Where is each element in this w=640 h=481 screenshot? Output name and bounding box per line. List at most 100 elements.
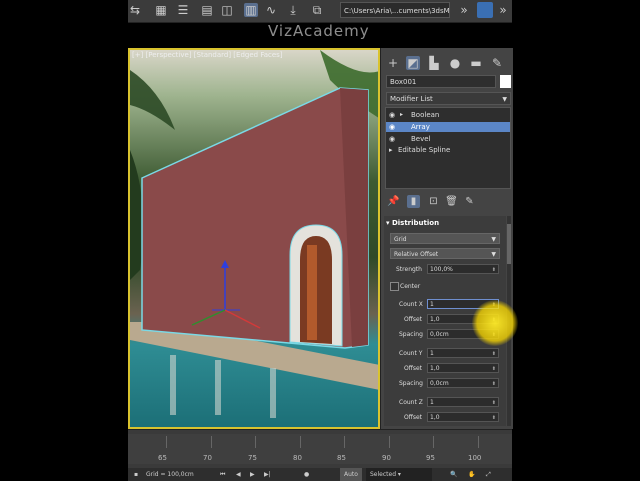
field-of-view-icon[interactable]: ⤢	[486, 468, 491, 481]
make-unique-icon[interactable]: ⊡	[427, 195, 440, 208]
hierarchy-tab[interactable]: ▙	[427, 56, 441, 70]
stack-item-boolean[interactable]: ◉ ▸ Boolean	[386, 110, 510, 120]
strength-label: Strength	[396, 266, 422, 273]
curtain	[307, 245, 317, 340]
scene-render	[130, 50, 378, 418]
eye-icon[interactable]: ◉	[389, 110, 395, 120]
count-x-label: Count X	[399, 301, 423, 308]
chevron-down-icon: ▼	[491, 236, 496, 243]
count-z-spinner[interactable]: 1 ⬍	[427, 397, 499, 407]
curve-editor-icon[interactable]: ∿	[264, 3, 278, 17]
offset-y-spinner[interactable]: 1,0 ⬍	[427, 363, 499, 373]
stack-item-label: Array	[411, 123, 430, 131]
layer-icon[interactable]: ▦	[154, 3, 168, 17]
spacing-x-label: Spacing	[399, 331, 423, 338]
ruler-tick-line	[433, 436, 434, 448]
ruler-tick-line	[389, 436, 390, 448]
dropdown-value: Relative Offset	[394, 251, 439, 258]
spinner-arrows-icon[interactable]: ⬍	[492, 379, 496, 389]
modify-tab[interactable]: ◩	[406, 56, 420, 70]
save-icon[interactable]	[477, 2, 493, 18]
spinner-arrows-icon[interactable]: ⬍	[492, 413, 496, 423]
center-checkbox[interactable]	[390, 282, 399, 291]
schematic-icon[interactable]: ⧉	[310, 3, 324, 17]
stack-toolbar: 📌 ▮ ⊡ 🗑 ✎	[381, 193, 513, 211]
offset-mode-dropdown[interactable]: Relative Offset ▼	[390, 248, 500, 259]
stack-item-editable-spline[interactable]: ▸ Editable Spline	[386, 145, 510, 155]
selection-set-value: Selected	[370, 471, 397, 478]
remove-modifier-icon[interactable]: 🗑	[445, 195, 458, 208]
modifier-list-dropdown[interactable]: Modifier List ▼	[386, 92, 511, 105]
auto-key-button[interactable]: Auto	[340, 468, 362, 481]
selection-set-dropdown[interactable]: Selected ▾	[366, 468, 432, 481]
list-icon[interactable]: ☰	[176, 3, 190, 17]
previous-frame-icon[interactable]: ◀	[236, 468, 241, 481]
ruler-tick: 75	[248, 454, 257, 462]
expand-arrow-icon[interactable]: ▸	[389, 145, 393, 155]
stack-item-label: Boolean	[411, 111, 440, 119]
project-path-field[interactable]: C:\Users\Aria\...cuments\3dsMa	[340, 2, 450, 18]
ruler-tick-line	[300, 436, 301, 448]
more-icon[interactable]: »	[457, 3, 471, 17]
lock-icon[interactable]: ▪	[134, 468, 138, 481]
scrollbar-thumb[interactable]	[507, 224, 511, 264]
ruler-tick: 85	[337, 454, 346, 462]
count-y-spinner[interactable]: 1 ⬍	[427, 348, 499, 358]
key-mode-icon[interactable]: ●	[304, 468, 309, 481]
spinner-arrows-icon[interactable]: ⬍	[492, 349, 496, 359]
perspective-viewport[interactable]: [+] [Perspective] [Standard] [Edged Face…	[128, 48, 380, 429]
play-icon[interactable]: ▶	[250, 468, 255, 481]
ruler-tick: 100	[468, 454, 482, 462]
spinner-arrows-icon[interactable]: ⬍	[492, 265, 496, 275]
main-toolbar: ⇆ ▦ ☰ ▤ ◫ ▥ ∿ ⤓ ⧉ C:\Users\Aria\...cumen…	[128, 0, 512, 23]
eye-icon[interactable]: ◉	[389, 134, 395, 144]
count-y-label: Count Y	[399, 350, 423, 357]
rollout-title[interactable]: ▾ Distribution	[386, 219, 439, 227]
ruler-tick-line	[166, 436, 167, 448]
spinner-value: 1,0	[430, 365, 440, 372]
create-tab[interactable]: +	[386, 56, 400, 70]
offset-y-label: Offset	[404, 365, 423, 372]
spacing-y-spinner[interactable]: 0,0cm ⬍	[427, 378, 499, 388]
display-tab[interactable]: ▬	[469, 56, 483, 70]
go-to-start-icon[interactable]: ⏮	[220, 468, 225, 481]
align-icon[interactable]: ⇆	[128, 3, 142, 17]
show-end-result-icon[interactable]: ▮	[407, 195, 420, 208]
eye-icon[interactable]: ◉	[389, 122, 395, 132]
scene-explorer-icon[interactable]: ▥	[244, 3, 258, 17]
motion-tab[interactable]: ●	[448, 56, 462, 70]
reflection	[170, 355, 176, 415]
import-icon[interactable]: ⤓	[286, 3, 300, 17]
spinner-value: 100,0%	[430, 266, 453, 273]
time-ruler[interactable]: 65 70 75 80 85 90 95 100	[128, 434, 512, 464]
object-color-swatch[interactable]	[500, 75, 511, 88]
pin-stack-icon[interactable]: 📌	[387, 195, 400, 208]
spinner-arrows-icon[interactable]: ⬍	[492, 398, 496, 408]
reflection	[270, 368, 276, 418]
spinner-value: 1	[430, 399, 434, 406]
offset-z-spinner[interactable]: 1,0 ⬍	[427, 412, 499, 422]
stack-item-array[interactable]: ◉ Array	[386, 122, 510, 132]
next-frame-icon[interactable]: ▶|	[264, 468, 271, 481]
dropdown-value: Grid	[394, 236, 407, 243]
stack-item-bevel[interactable]: ◉ Bevel	[386, 134, 510, 144]
reflection	[215, 360, 221, 415]
layer-explorer-icon[interactable]: ▤	[200, 3, 214, 17]
toggle-icon[interactable]: ◫	[220, 3, 234, 17]
strength-spinner[interactable]: 100,0% ⬍	[427, 264, 499, 274]
ruler-tick-line	[255, 436, 256, 448]
expand-arrow-icon[interactable]: ▸	[400, 110, 403, 120]
rollout-title-text: Distribution	[391, 219, 440, 227]
expand-icon[interactable]: »	[496, 3, 510, 17]
configure-sets-icon[interactable]: ✎	[463, 195, 476, 208]
orbit-icon[interactable]: ✋	[468, 468, 475, 481]
chevron-down-icon: ▼	[491, 251, 496, 258]
object-name-field[interactable]: Box001	[386, 75, 496, 88]
ruler-tick-line	[344, 436, 345, 448]
utilities-tab[interactable]: ✎	[490, 56, 504, 70]
zoom-icon[interactable]: 🔍	[450, 468, 457, 481]
distribution-type-dropdown[interactable]: Grid ▼	[390, 233, 500, 244]
viewport-label[interactable]: [+] [Perspective] [Standard] [Edged Face…	[132, 51, 283, 59]
spinner-arrows-icon[interactable]: ⬍	[492, 364, 496, 374]
spinner-value: 1	[430, 350, 434, 357]
